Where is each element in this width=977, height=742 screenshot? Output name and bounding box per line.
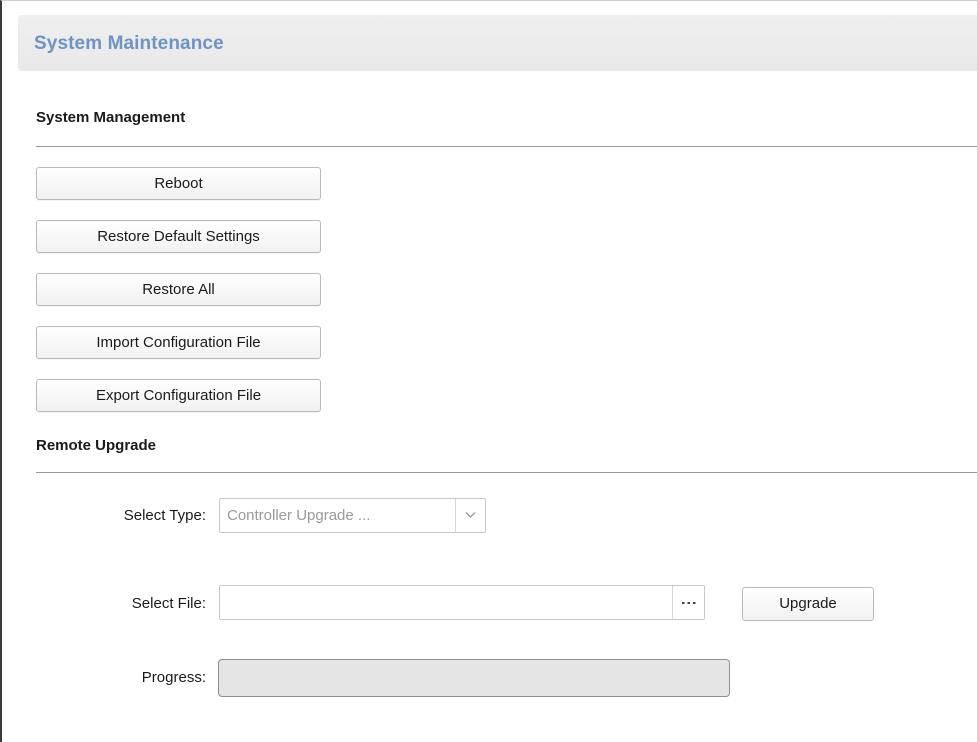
select-type-value: Controller Upgrade ...: [227, 507, 371, 524]
maintenance-panel: System Maintenance System Management Reb…: [0, 0, 977, 742]
reboot-button[interactable]: Reboot: [36, 167, 321, 200]
restore-all-button[interactable]: Restore All: [36, 273, 321, 306]
remote-upgrade-title: Remote Upgrade: [36, 437, 157, 454]
select-file-input[interactable]: [219, 585, 705, 620]
progress-label: Progress:: [141, 669, 206, 686]
select-type-dropdown[interactable]: Controller Upgrade ...: [219, 498, 486, 533]
section-divider: [36, 146, 977, 147]
page-header: System Maintenance: [18, 15, 977, 71]
restore-default-settings-button[interactable]: Restore Default Settings: [36, 220, 321, 253]
page-title: System Maintenance: [34, 33, 224, 54]
upgrade-button[interactable]: Upgrade: [742, 587, 874, 621]
export-configuration-file-button[interactable]: Export Configuration File: [36, 379, 321, 412]
select-file-label: Select File:: [131, 595, 206, 612]
upgrade-progress-bar: [218, 659, 730, 697]
ellipsis-icon[interactable]: [672, 586, 704, 619]
chevron-down-icon[interactable]: [455, 499, 485, 532]
section-divider: [36, 472, 977, 473]
select-type-label: Select Type:: [123, 507, 206, 524]
system-management-title: System Management: [36, 109, 186, 126]
import-configuration-file-button[interactable]: Import Configuration File: [36, 326, 321, 359]
